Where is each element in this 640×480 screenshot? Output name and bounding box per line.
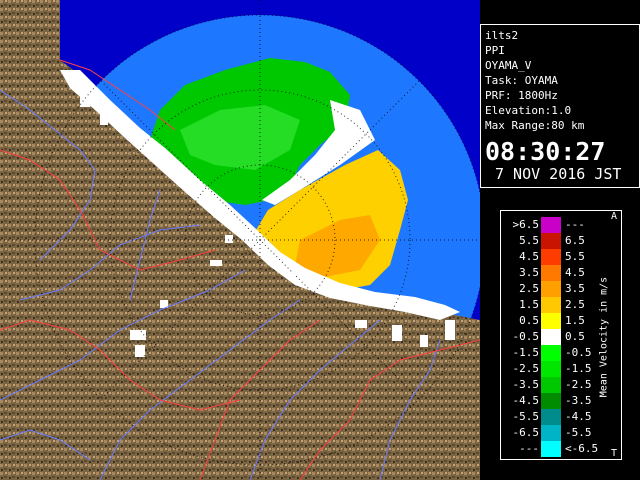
legend-color-swatch (541, 345, 561, 361)
legend-lower-bound: -0.5 (512, 330, 540, 343)
legend-color-swatch (541, 217, 561, 233)
legend-row: -5.5 -4.5 (501, 409, 601, 425)
legend-color-swatch (541, 265, 561, 281)
legend-lower-bound: 2.5 (519, 282, 539, 295)
legend-color-swatch (541, 329, 561, 345)
legend-row: 3.5 4.5 (501, 265, 601, 281)
legend-lower-bound: -2.5 (512, 362, 540, 375)
legend-row: 4.5 5.5 (501, 249, 601, 265)
legend-lower-bound: >6.5 (512, 218, 540, 231)
legend-color-swatch (541, 425, 561, 441)
legend-lower-bound: --- (519, 442, 539, 455)
legend-color-swatch (541, 281, 561, 297)
legend-row: >6.5 --- (501, 217, 601, 233)
legend-lower-bound: -3.5 (512, 378, 540, 391)
legend-row: -0.5 0.5 (501, 329, 601, 345)
legend-lower-bound: -5.5 (512, 410, 540, 423)
legend-color-swatch (541, 441, 561, 457)
legend-lower-bound: 1.5 (519, 298, 539, 311)
info-line-elevation: Elevation:1.0 (485, 104, 572, 117)
legend-row: -2.5 -1.5 (501, 361, 601, 377)
legend-color-swatch (541, 313, 561, 329)
legend-row: 1.5 2.5 (501, 297, 601, 313)
info-line-radar: OYAMA_V (485, 59, 532, 72)
legend-lower-bound: 4.5 (519, 250, 539, 263)
legend-title-text: Mean Velocity in m/s (598, 276, 610, 398)
info-line-system: ilts2 (485, 29, 519, 42)
info-line-range: Max Range:80 km (485, 119, 585, 132)
legend-row: -6.5 -5.5 (501, 425, 601, 441)
scan-date: 7 NOV 2016 JST (495, 165, 622, 183)
legend-color-swatch (541, 233, 561, 249)
legend-lower-bound: -6.5 (512, 426, 540, 439)
legend-lower-bound: 3.5 (519, 266, 539, 279)
info-line-task: Task: OYAMA (485, 74, 558, 87)
legend-lower-bound: 5.5 (519, 234, 539, 247)
scan-info-panel: ilts2 PPI OYAMA_V Task: OYAMA PRF: 1800H… (480, 24, 640, 188)
legend-row: --- <-6.5 (501, 441, 601, 457)
legend-row: -1.5 -0.5 (501, 345, 601, 361)
info-line-product: PPI (485, 44, 505, 57)
info-line-prf: PRF: 1800Hz (485, 89, 558, 102)
legend-lower-bound: -4.5 (512, 394, 540, 407)
legend-color-swatch (541, 377, 561, 393)
legend-color-swatch (541, 297, 561, 313)
legend-lower-bound: 0.5 (519, 314, 539, 327)
scan-time: 08:30:27 (485, 137, 606, 166)
legend-color-swatch (541, 409, 561, 425)
radar-ppi-map (0, 0, 480, 480)
legend-row: -4.5 -3.5 (501, 393, 601, 409)
legend-color-swatch (541, 361, 561, 377)
legend-lower-bound: -1.5 (512, 346, 540, 359)
legend-color-swatch (541, 393, 561, 409)
legend-row: -3.5 -2.5 (501, 377, 601, 393)
legend-row: 0.5 1.5 (501, 313, 601, 329)
legend-row: 5.5 6.5 (501, 233, 601, 249)
legend-color-swatch (541, 249, 561, 265)
legend-row: 2.5 3.5 (501, 281, 601, 297)
legend-title: Mean Velocity in m/s (592, 218, 616, 456)
